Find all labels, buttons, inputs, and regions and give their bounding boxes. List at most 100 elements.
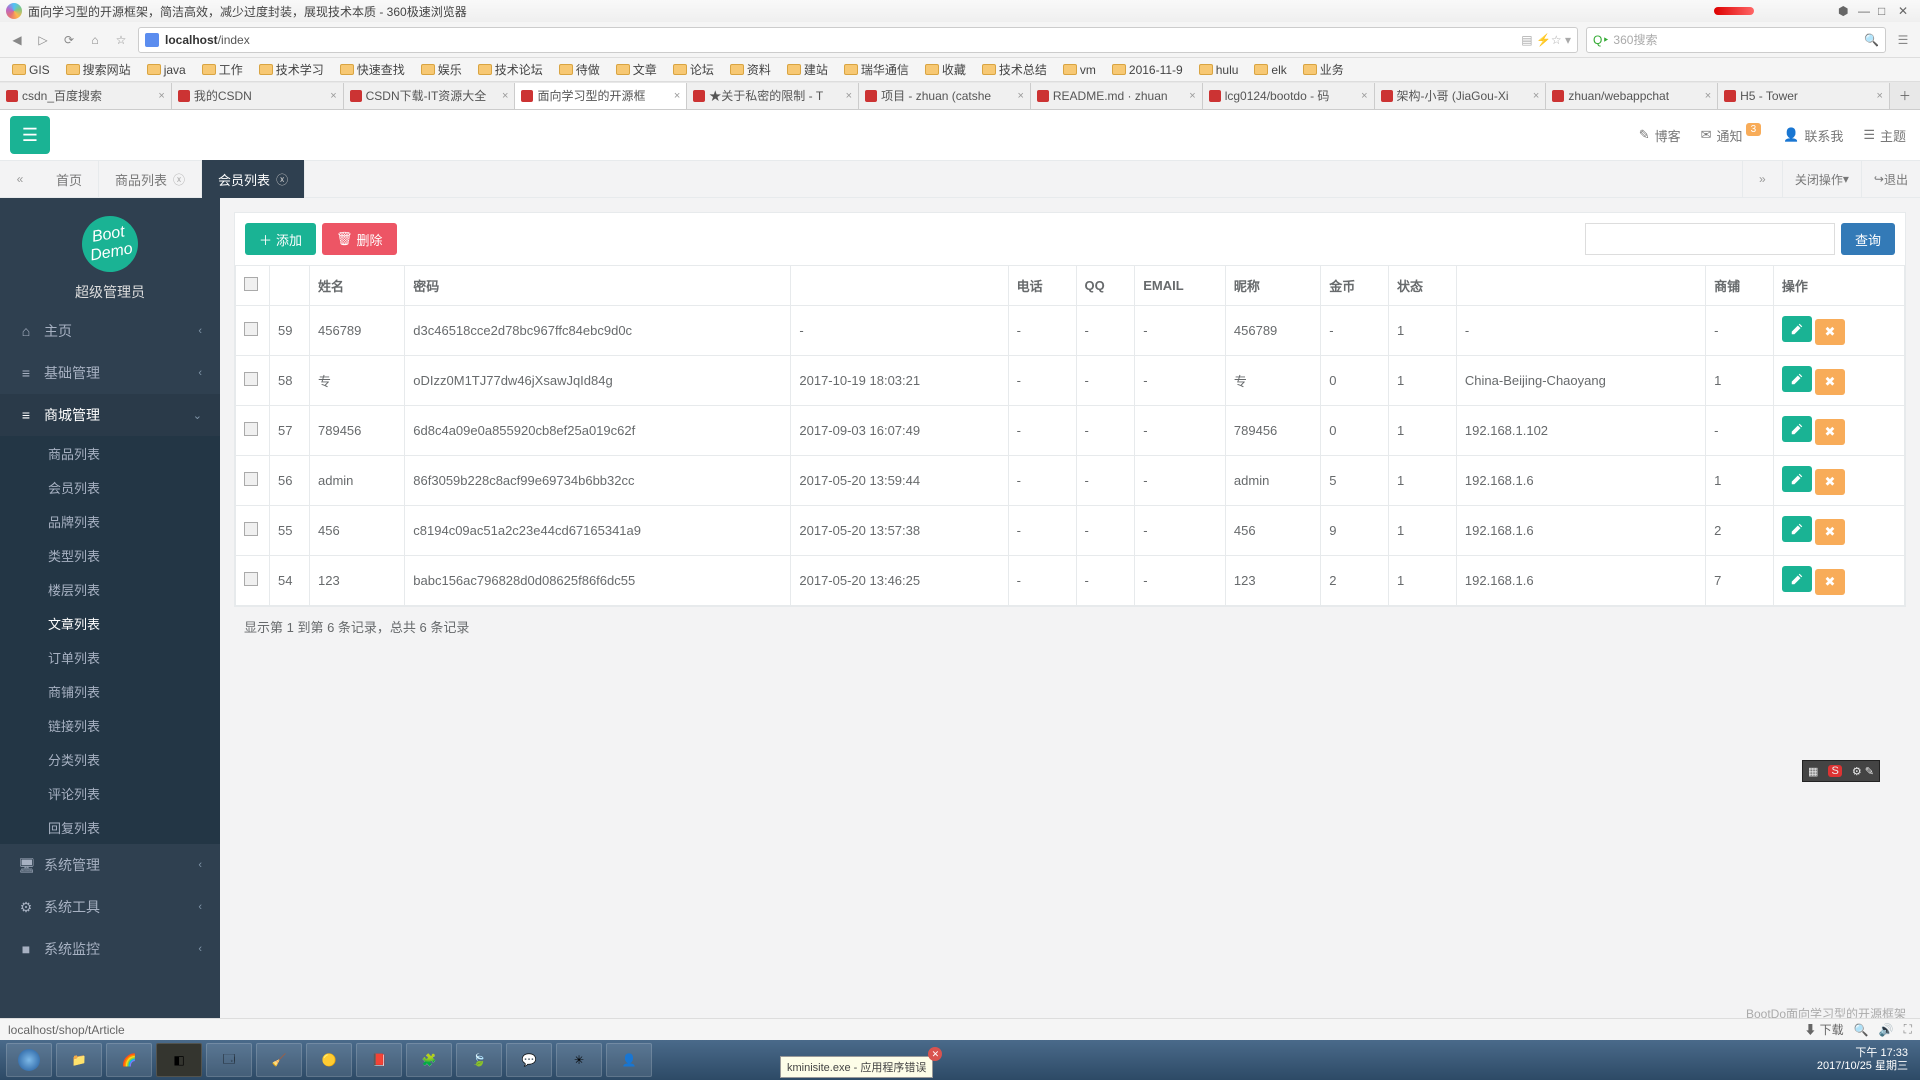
sidebar-sub-member[interactable]: 会员列表 [0,470,220,504]
sidebar-sub-type[interactable]: 类型列表 [0,538,220,572]
sidebar-item-home[interactable]: ⌂主页‹ [0,310,220,352]
delete-button[interactable]: 🗑删除 [322,223,397,255]
edit-button[interactable] [1782,416,1812,442]
bookmark-item[interactable]: 待做 [553,60,606,79]
add-button[interactable]: ＋添加 [245,223,316,255]
address-bar[interactable]: localhost /index ▤ ⚡☆ ▾ [138,27,1578,53]
sidebar-toggle-button[interactable]: ☰ [10,116,50,154]
close-icon[interactable]: ⓧ [276,171,288,188]
page-tab-members[interactable]: 会员列表ⓧ [202,160,305,198]
sidebar-sub-reply[interactable]: 回复列表 [0,810,220,844]
minimize-button[interactable]: — [1858,4,1874,18]
bookmark-item[interactable]: 资料 [724,60,777,79]
taskbar-app7[interactable]: 🍃 [456,1043,502,1077]
tab-close-icon[interactable]: × [1705,90,1711,102]
new-tab-button[interactable]: ＋ [1890,87,1920,104]
row-delete-button[interactable]: ✖ [1815,569,1845,595]
row-checkbox[interactable] [244,372,258,386]
bookmark-item[interactable]: elk [1248,62,1292,78]
search-input[interactable] [1585,223,1835,255]
col-email[interactable]: EMAIL [1135,266,1226,306]
edit-button[interactable] [1782,466,1812,492]
toggle-slider[interactable] [1714,7,1754,15]
tab-close-icon[interactable]: × [1017,90,1023,102]
sidebar-sub-goods[interactable]: 商品列表 [0,436,220,470]
tab-close-icon[interactable]: × [846,90,852,102]
skin-icon[interactable]: ⬢ [1838,4,1854,18]
col-qq[interactable]: QQ [1076,266,1135,306]
browser-tab[interactable]: lcg0124/bootdo - 码× [1203,83,1375,109]
maximize-button[interactable]: □ [1878,4,1894,18]
bookmark-item[interactable]: vm [1057,62,1102,78]
taskbar-explorer[interactable]: 📁 [56,1043,102,1077]
fullscreen-icon[interactable]: ⛶ [1904,1022,1912,1037]
sidebar-sub-brand[interactable]: 品牌列表 [0,504,220,538]
addr-tools[interactable]: ▤ ⚡☆ ▾ [1521,33,1571,47]
browser-tab[interactable]: zhuan/webappchat× [1546,83,1718,109]
bookmark-item[interactable]: 娱乐 [415,60,468,79]
sidebar-item-sysmgmt[interactable]: 🖥系统管理‹ [0,844,220,886]
row-checkbox[interactable] [244,522,258,536]
select-all-checkbox[interactable] [244,277,258,291]
start-button[interactable] [6,1043,52,1077]
logout-link[interactable]: ↪ 退出 [1861,160,1920,198]
taskbar-app1[interactable]: 🌈 [106,1043,152,1077]
tab-close-icon[interactable]: × [158,90,164,102]
ime-floating-bar[interactable]: ▦ S ⚙ ✎ [1802,760,1880,782]
taskbar-tooltip[interactable]: kminisite.exe - 应用程序错误✕ [780,1056,933,1078]
row-delete-button[interactable]: ✖ [1815,369,1845,395]
col-shop[interactable]: 商铺 [1706,266,1774,306]
page-tab-next[interactable]: » [1742,160,1782,198]
bookmark-item[interactable]: 技术论坛 [472,60,549,79]
system-tray[interactable]: 下午 17:33 2017/10/25 星期三 [1817,1047,1914,1073]
taskbar-app2[interactable]: ◧ [156,1043,202,1077]
row-checkbox[interactable] [244,472,258,486]
sidebar-item-systool[interactable]: ⚙系统工具‹ [0,886,220,928]
favorite-button[interactable]: ☆ [112,33,130,47]
bookmark-item[interactable]: 工作 [196,60,249,79]
back-button[interactable]: ◀ [8,33,26,47]
taskbar-app6[interactable]: 🧩 [406,1043,452,1077]
row-delete-button[interactable]: ✖ [1815,469,1845,495]
reload-button[interactable]: ⟳ [60,33,78,47]
row-checkbox[interactable] [244,572,258,586]
close-window-button[interactable]: ✕ [1898,4,1914,18]
col-status[interactable]: 状态 [1389,266,1457,306]
bookmark-item[interactable]: 业务 [1297,60,1350,79]
bookmark-item[interactable]: 快速查找 [334,60,411,79]
top-blog-link[interactable]: ✎博客 [1639,126,1681,145]
col-nick[interactable]: 昵称 [1225,266,1320,306]
tab-close-icon[interactable]: × [1189,90,1195,102]
tab-close-icon[interactable]: × [502,90,508,102]
tab-close-icon[interactable]: × [1361,90,1367,102]
tab-close-icon[interactable]: × [1877,90,1883,102]
sidebar-sub-comment[interactable]: 评论列表 [0,776,220,810]
col-coin[interactable]: 金币 [1321,266,1389,306]
query-button[interactable]: 查询 [1841,223,1895,255]
bookmark-item[interactable]: 收藏 [919,60,972,79]
taskbar-app8[interactable]: ✳ [556,1043,602,1077]
edit-button[interactable] [1782,316,1812,342]
forward-button[interactable]: ▷ [34,33,52,47]
bookmark-item[interactable]: GIS [6,62,56,78]
sidebar-sub-order[interactable]: 订单列表 [0,640,220,674]
taskbar-app5[interactable]: 📕 [356,1043,402,1077]
bookmark-item[interactable]: 文章 [610,60,663,79]
sidebar-item-mall[interactable]: ≡商城管理⌄ [0,394,220,436]
bookmark-item[interactable]: hulu [1193,62,1245,78]
sidebar-sub-link[interactable]: 链接列表 [0,708,220,742]
browser-tab[interactable]: CSDN下载-IT资源大全× [344,83,516,109]
col-phone[interactable]: 电话 [1008,266,1076,306]
taskbar-app9[interactable]: 👤 [606,1043,652,1077]
menu-button[interactable]: ☰ [1894,33,1912,47]
bookmark-item[interactable]: 技术学习 [253,60,330,79]
page-tab-goods[interactable]: 商品列表ⓧ [99,160,202,198]
bookmark-item[interactable]: 建站 [781,60,834,79]
browser-tab[interactable]: csdn_百度搜索× [0,83,172,109]
top-theme-link[interactable]: ☰主题 [1863,126,1906,145]
browser-tab[interactable]: 项目 - zhuan (catshe× [859,83,1031,109]
edit-button[interactable] [1782,566,1812,592]
zoom-icon[interactable]: 🔍 [1854,1023,1869,1037]
bookmark-item[interactable]: 搜索网站 [60,60,137,79]
browser-tab[interactable]: H5 - Tower× [1718,83,1890,109]
